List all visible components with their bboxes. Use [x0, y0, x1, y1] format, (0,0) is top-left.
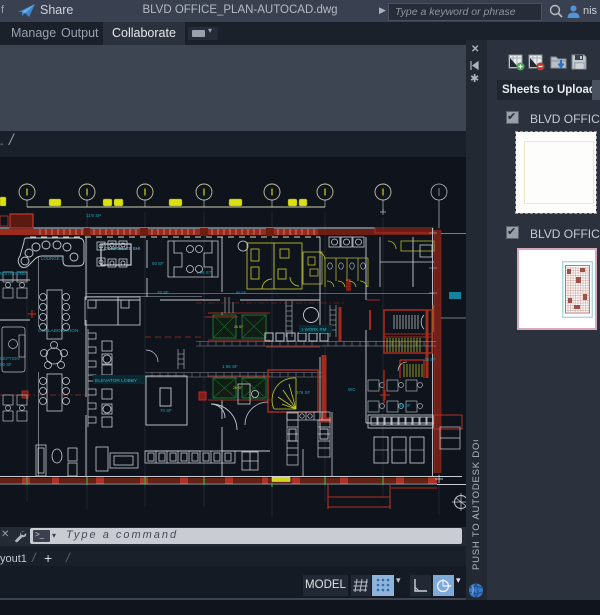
svg-text:26 SF: 26 SF — [234, 325, 243, 329]
svg-text:WC: WC — [348, 387, 355, 392]
svg-text:11'6 SP: 11'6 SP — [86, 213, 101, 218]
svg-text:CORPORATE SHI: CORPORATE SHI — [104, 246, 140, 251]
svg-text:LOUNGE 3: LOUNGE 3 — [41, 256, 64, 261]
svg-text:50 SF: 50 SF — [152, 261, 164, 266]
svg-text:50 SF: 50 SF — [0, 362, 12, 367]
svg-text:90 SF: 90 SF — [236, 291, 247, 295]
svg-text:1 96 SF: 1 96 SF — [222, 364, 238, 369]
svg-text:ELEVATOR LOBBY: ELEVATOR LOBBY — [95, 378, 138, 384]
svg-text:70 SF: 70 SF — [157, 290, 169, 295]
svg-text:COLLABORATION: COLLABORATION — [38, 328, 79, 334]
svg-text:PUSH TO AUTODESK DOCS: PUSH TO AUTODESK DOCS — [471, 440, 482, 570]
svg-text:1 WORK RM: 1 WORK RM — [301, 327, 327, 332]
svg-text:48 SF: 48 SF — [399, 403, 411, 408]
svg-text:376 SF: 376 SF — [296, 390, 310, 395]
svg-text:CEPTION: CEPTION — [0, 356, 20, 361]
svg-text:1.96 ST: 1.96 ST — [196, 270, 212, 275]
svg-text:N STATIONS: N STATIONS — [0, 271, 26, 276]
svg-text:70 SF: 70 SF — [160, 408, 172, 413]
svg-text:48 SF: 48 SF — [424, 357, 436, 362]
